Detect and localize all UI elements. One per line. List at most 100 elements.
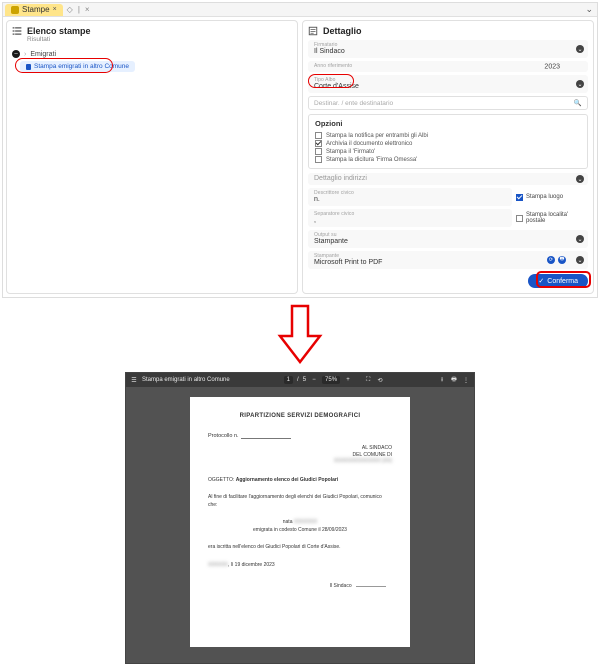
anno-value: 2023 (544, 63, 560, 70)
app-window: Stampe × ◇ | × ⌄ Elenco stampe Risultati (2, 2, 598, 298)
pdf-body[interactable]: RIPARTIZIONE SERVIZI DEMOGRAFICI Protoco… (126, 387, 474, 663)
annotation-highlight-confirm (536, 271, 591, 288)
chevron-right-icon: › (24, 51, 26, 58)
tab-stampe[interactable]: Stampe × (5, 4, 63, 16)
annotation-arrow (0, 304, 600, 366)
tab-title: Stampe (22, 5, 50, 14)
opt-2[interactable]: Archivia il documento elettronico (315, 140, 581, 147)
menu-icon[interactable]: ☰ (130, 376, 138, 384)
zoom-out-icon[interactable]: − (310, 376, 318, 384)
doc-signature: Il Sindaco (208, 583, 392, 589)
redacted-text: XXXXXXXXXXXXXX (XX) (208, 458, 392, 465)
pdf-zoom[interactable]: 75% (322, 376, 340, 384)
chevron-down-icon[interactable]: ⌄ (576, 235, 584, 243)
field-anno[interactable]: Anno riferimento 2023 (308, 61, 588, 72)
left-body: – › Emigrati Stampa emigrati in altro Co… (12, 47, 292, 237)
more-icon[interactable]: ⋮ (462, 376, 470, 384)
main-panes: Elenco stampe Risultati – › Emigrati Sta… (3, 17, 597, 297)
field-separatore[interactable]: Separatore civico , (308, 209, 512, 227)
checkbox-icon[interactable] (315, 148, 322, 155)
opt-stampa-luogo[interactable]: Stampa luogo (516, 188, 588, 206)
list-icon (12, 26, 22, 36)
breadcrumb: – › Emigrati (12, 50, 292, 58)
dettaglio-ind-label: Dettaglio indirizzi (314, 175, 582, 182)
stampante-value: Microsoft Print to PDF (314, 259, 582, 266)
opt-1[interactable]: Stampa la notifica per entrambi gli Albi (315, 132, 581, 139)
chevron-down-icon[interactable]: ⌄ (576, 45, 584, 53)
right-title: Dettaglio (323, 26, 362, 36)
divider-icon: | (78, 5, 80, 14)
left-subtitle: Risultati (27, 36, 91, 43)
chevron-down-icon[interactable]: ⌄ (576, 175, 584, 183)
pin-icon[interactable]: ◇ (67, 5, 73, 14)
fit-page-icon[interactable]: ⛶ (364, 376, 372, 384)
right-pane: Dettaglio Firmatario Il Sindaco ⌄ Anno r… (302, 20, 594, 294)
close-icon[interactable]: × (53, 6, 57, 13)
redacted-text: XXXXXXX (294, 519, 317, 525)
zoom-in-icon[interactable]: + (344, 376, 352, 384)
doc-destinatario: AL SINDACO DEL COMUNE DI XXXXXXXXXXXXXX … (208, 445, 392, 465)
redacted-text: XXXXXX (208, 562, 228, 568)
doc-heading: RIPARTIZIONE SERVIZI DEMOGRAFICI (208, 413, 392, 419)
checkbox-icon[interactable] (516, 215, 523, 222)
field-stampante[interactable]: Stampante Microsoft Print to PDF ⟳ 🖶 ⌄ (308, 251, 588, 269)
field-descrittore[interactable]: Descrittore civico n. (308, 188, 512, 206)
right-header: Dettaglio (308, 26, 588, 36)
chevron-down-icon[interactable]: ⌄ (576, 80, 584, 88)
field-firmatario[interactable]: Firmatario Il Sindaco ⌄ (308, 40, 588, 58)
close-all-icon[interactable]: × (85, 5, 90, 14)
underline (241, 433, 291, 439)
anno-label: Anno riferimento (314, 63, 582, 69)
checkbox-icon[interactable] (315, 156, 322, 163)
pdf-viewer: ☰ Stampa emigrati in altro Comune 1 / 5 … (125, 372, 475, 664)
print-icon[interactable]: 🖶 (450, 376, 458, 384)
doc-body3: era iscritta nell'elenco dei Giudici Pop… (208, 544, 392, 552)
left-title: Elenco stampe (27, 26, 91, 36)
crumb-label[interactable]: Emigrati (30, 51, 56, 58)
output-value: Stampante (314, 238, 582, 245)
collapse-icon[interactable]: – (12, 50, 20, 58)
app-logo-icon (11, 6, 19, 14)
printer-icon[interactable]: 🖶 (558, 256, 566, 264)
tab-bar: Stampe × ◇ | × ⌄ (3, 3, 597, 17)
chevron-down-icon[interactable]: ⌄ (576, 256, 584, 264)
opzioni-box: Opzioni Stampa la notifica per entrambi … (308, 114, 588, 169)
opt-4[interactable]: Stampa la dicitura 'Firma Omessa' (315, 156, 581, 163)
pdf-page-sep: / (297, 377, 299, 383)
rotate-icon[interactable]: ⟲ (376, 376, 384, 384)
checkbox-icon[interactable] (315, 140, 322, 147)
search-icon: 🔍 (574, 99, 582, 107)
field-output[interactable]: Output su Stampante ⌄ (308, 230, 588, 248)
opt-localita-postale[interactable]: Stampa localita' postale (516, 209, 588, 227)
printer-action-icons: ⟳ 🖶 (547, 256, 566, 264)
doc-body1: Al fine di facilitare l'aggiornamento de… (208, 494, 392, 509)
annotation-highlight-tipoalbo (308, 74, 354, 88)
left-pane: Elenco stampe Risultati – › Emigrati Sta… (6, 20, 298, 294)
opt-3[interactable]: Stampa il 'Firmato' (315, 148, 581, 155)
pdf-page-current[interactable]: 1 (284, 376, 293, 384)
doc-body2: nata XXXXXXX emigrata in codesto Comune … (208, 519, 392, 534)
pdf-page-total: 5 (303, 377, 306, 383)
checkbox-icon[interactable] (516, 194, 523, 201)
descr-value: n. (314, 196, 506, 203)
download-icon[interactable]: ⭳ (438, 376, 446, 384)
detail-icon (308, 26, 318, 36)
tab-controls: ◇ | × (67, 5, 90, 14)
pdf-doc-name: Stampa emigrati in altro Comune (142, 377, 230, 383)
firmatario-value: Il Sindaco (314, 48, 582, 55)
doc-protocollo: Protocollo n. (208, 433, 392, 439)
dettaglio-indirizzi[interactable]: Dettaglio indirizzi ⌄ (308, 173, 588, 185)
refresh-icon[interactable]: ⟳ (547, 256, 555, 264)
left-header: Elenco stampe Risultati (12, 26, 292, 43)
pdf-toolbar: ☰ Stampa emigrati in altro Comune 1 / 5 … (126, 373, 474, 387)
search-destinatario[interactable]: Destinar. / ente destinatario 🔍 (308, 96, 588, 110)
pdf-page: RIPARTIZIONE SERVIZI DEMOGRAFICI Protoco… (190, 397, 410, 647)
chevron-down-icon[interactable]: ⌄ (585, 4, 593, 15)
checkbox-icon[interactable] (315, 132, 322, 139)
annotation-highlight-left (15, 58, 113, 73)
doc-date: XXXXXX, lì 19 dicembre 2023 (208, 562, 392, 570)
sep-value: , (314, 217, 506, 224)
opzioni-title: Opzioni (315, 119, 581, 128)
signature-line (356, 586, 386, 587)
doc-oggetto: OGGETTO: Aggiornamento elenco dei Giudic… (208, 477, 392, 485)
